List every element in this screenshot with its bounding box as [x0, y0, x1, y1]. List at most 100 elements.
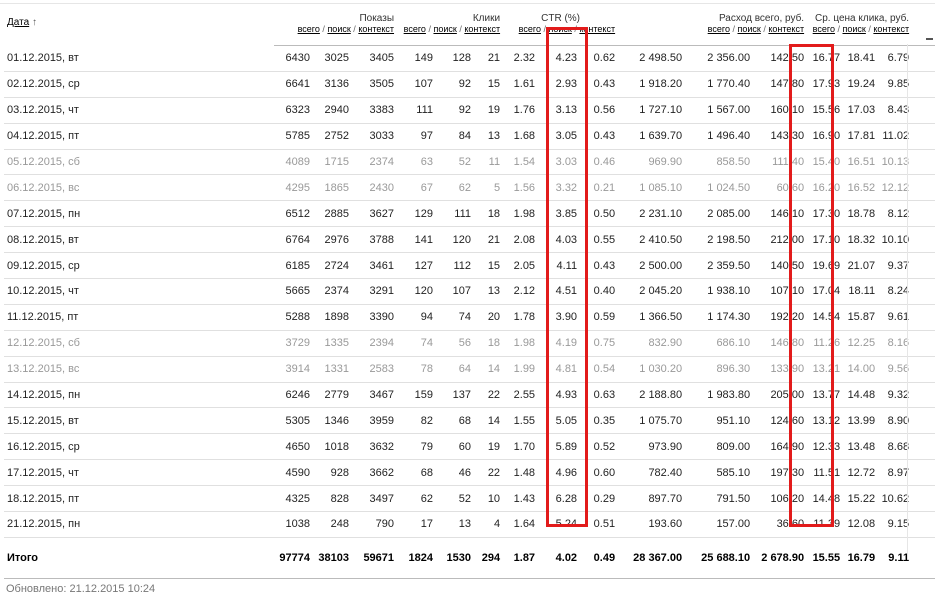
collapse-icon[interactable] — [926, 38, 933, 40]
clicks-total-cell: 68 — [397, 459, 437, 487]
date-cell: 21.12.2015, пн — [4, 511, 274, 538]
ctr-search-cell: 4.02 — [538, 537, 581, 579]
ctr-context-cell: 0.29 — [580, 485, 619, 513]
cpc-sort-links: всего / поиск / контекст — [807, 24, 913, 46]
impressions-search-sort-link[interactable]: поиск — [327, 24, 350, 34]
impressions-context-cell: 3788 — [352, 226, 398, 254]
cpc-total-cell: 16.90 — [807, 123, 844, 150]
ctr-search-cell: 4.11 — [538, 252, 581, 280]
clicks-context-cell: 10 — [474, 485, 504, 513]
date-cell: 18.12.2015, пт — [4, 485, 274, 513]
impressions-total-cell: 5665 — [274, 278, 313, 305]
cpc-search-sort-link[interactable]: поиск — [843, 24, 866, 34]
cost-context-cell: 197.30 — [753, 459, 808, 487]
table-row: 05.12.2015, сб 4089 1715 2374 63 52 11 1.54 3.03… — [4, 149, 935, 176]
stats-table: Дата ↑ Показы Клики CTR (%) Расход всего… — [4, 0, 935, 579]
clicks-context-cell: 5 — [474, 174, 504, 202]
cpc-total-sort-link[interactable]: всего — [813, 24, 835, 34]
impressions-total-sort-link[interactable]: всего — [298, 24, 320, 34]
sort-link-separator: / — [574, 24, 577, 34]
ctr-total-cell: 2.08 — [503, 226, 539, 254]
impressions-search-cell: 1335 — [313, 330, 352, 357]
clicks-search-cell: 1530 — [436, 537, 475, 579]
cost-context-cell: 107.10 — [753, 278, 808, 305]
date-cell: 01.12.2015, вт — [4, 45, 274, 72]
date-column-header[interactable]: Дата ↑ — [4, 0, 274, 46]
sort-link-separator: / — [837, 24, 840, 34]
cpc-total-cell: 19.69 — [807, 252, 844, 280]
impressions-search-cell: 2752 — [313, 123, 352, 150]
clicks-context-sort-link[interactable]: контекст — [464, 24, 500, 34]
ctr-search-cell: 4.51 — [538, 278, 581, 305]
cpc-total-cell: 14.54 — [807, 304, 844, 331]
cost-total-cell: 897.70 — [618, 485, 686, 513]
date-cell: 13.12.2015, вс — [4, 356, 274, 383]
ctr-context-cell: 0.55 — [580, 226, 619, 254]
ctr-total-sort-link[interactable]: всего — [519, 24, 541, 34]
impressions-context-cell: 3662 — [352, 459, 398, 487]
table-row: 15.12.2015, вт 5305 1346 3959 82 68 14 1.55 5.05… — [4, 407, 935, 435]
impressions-context-cell: 3291 — [352, 278, 398, 305]
clicks-sort-links: всего / поиск / контекст — [397, 24, 504, 46]
cpc-search-cell: 13.48 — [843, 433, 879, 461]
ctr-total-cell: 1.54 — [503, 149, 539, 176]
date-cell: 06.12.2015, вс — [4, 174, 274, 202]
impressions-sort-links: всего / поиск / контекст — [274, 24, 398, 46]
ctr-context-cell: 0.54 — [580, 356, 619, 383]
clicks-context-cell: 21 — [474, 226, 504, 254]
cost-search-sort-link[interactable]: поиск — [738, 24, 761, 34]
cost-search-cell: 1 770.40 — [685, 71, 754, 98]
cpc-context-sort-link[interactable]: контекст — [873, 24, 909, 34]
clicks-context-cell: 14 — [474, 407, 504, 435]
clicks-context-cell: 15 — [474, 71, 504, 98]
clicks-total-sort-link[interactable]: всего — [404, 24, 426, 34]
impressions-total-cell: 4650 — [274, 433, 313, 461]
sort-link-separator: / — [732, 24, 735, 34]
impressions-search-cell: 3025 — [313, 45, 352, 72]
ctr-context-cell: 0.59 — [580, 304, 619, 331]
cost-context-sort-link[interactable]: контекст — [768, 24, 804, 34]
cost-total-cell: 1 639.70 — [618, 123, 686, 150]
clicks-search-sort-link[interactable]: поиск — [433, 24, 456, 34]
date-sort-link[interactable]: Дата — [7, 17, 29, 28]
clicks-context-cell: 19 — [474, 97, 504, 124]
impressions-context-cell: 2430 — [352, 174, 398, 202]
ctr-context-cell: 0.35 — [580, 407, 619, 435]
ctr-total-cell: 2.12 — [503, 278, 539, 305]
ctr-search-cell: 3.90 — [538, 304, 581, 331]
impressions-total-cell: 6764 — [274, 226, 313, 254]
impressions-context-sort-link[interactable]: контекст — [358, 24, 394, 34]
cpc-search-cell: 16.79 — [843, 537, 879, 579]
table-body: 01.12.2015, вт 6430 3025 3405 149 128 21 2.32 4.… — [4, 45, 935, 579]
ctr-total-cell: 2.55 — [503, 382, 539, 409]
cost-context-cell: 133.90 — [753, 356, 808, 383]
date-cell: 03.12.2015, чт — [4, 97, 274, 124]
impressions-total-cell: 5305 — [274, 407, 313, 435]
ctr-context-cell: 0.49 — [580, 537, 619, 579]
date-cell: 05.12.2015, сб — [4, 149, 274, 176]
ctr-context-sort-link[interactable]: контекст — [579, 24, 615, 34]
cost-total-cell: 2 410.50 — [618, 226, 686, 254]
clicks-search-cell: 120 — [436, 226, 475, 254]
cost-total-sort-link[interactable]: всего — [708, 24, 730, 34]
clicks-context-cell: 4 — [474, 511, 504, 538]
clicks-context-cell: 13 — [474, 123, 504, 150]
ctr-context-cell: 0.56 — [580, 97, 619, 124]
table-row: 16.12.2015, ср 4650 1018 3632 79 60 19 1.70 5.89… — [4, 433, 935, 461]
header-group-row: Дата ↑ Показы Клики CTR (%) Расход всего… — [4, 0, 935, 28]
impressions-search-cell: 3136 — [313, 71, 352, 98]
impressions-context-cell: 3467 — [352, 382, 398, 409]
cpc-search-cell: 14.48 — [843, 382, 879, 409]
table-row: 14.12.2015, пн 6246 2779 3467 159 137 22 2.55 4.… — [4, 382, 935, 409]
cost-search-cell: 2 356.00 — [685, 45, 754, 72]
impressions-search-cell: 38103 — [313, 537, 352, 579]
ctr-search-cell: 5.05 — [538, 407, 581, 435]
ctr-context-cell: 0.62 — [580, 45, 619, 72]
table-row: 08.12.2015, вт 6764 2976 3788 141 120 21 2.08 4.… — [4, 226, 935, 254]
cost-search-cell: 1 938.10 — [685, 278, 754, 305]
cost-search-cell: 858.50 — [685, 149, 754, 176]
ctr-search-sort-link[interactable]: поиск — [549, 24, 572, 34]
ctr-search-cell: 4.03 — [538, 226, 581, 254]
cost-search-cell: 2 359.50 — [685, 252, 754, 280]
ctr-total-cell: 1.55 — [503, 407, 539, 435]
